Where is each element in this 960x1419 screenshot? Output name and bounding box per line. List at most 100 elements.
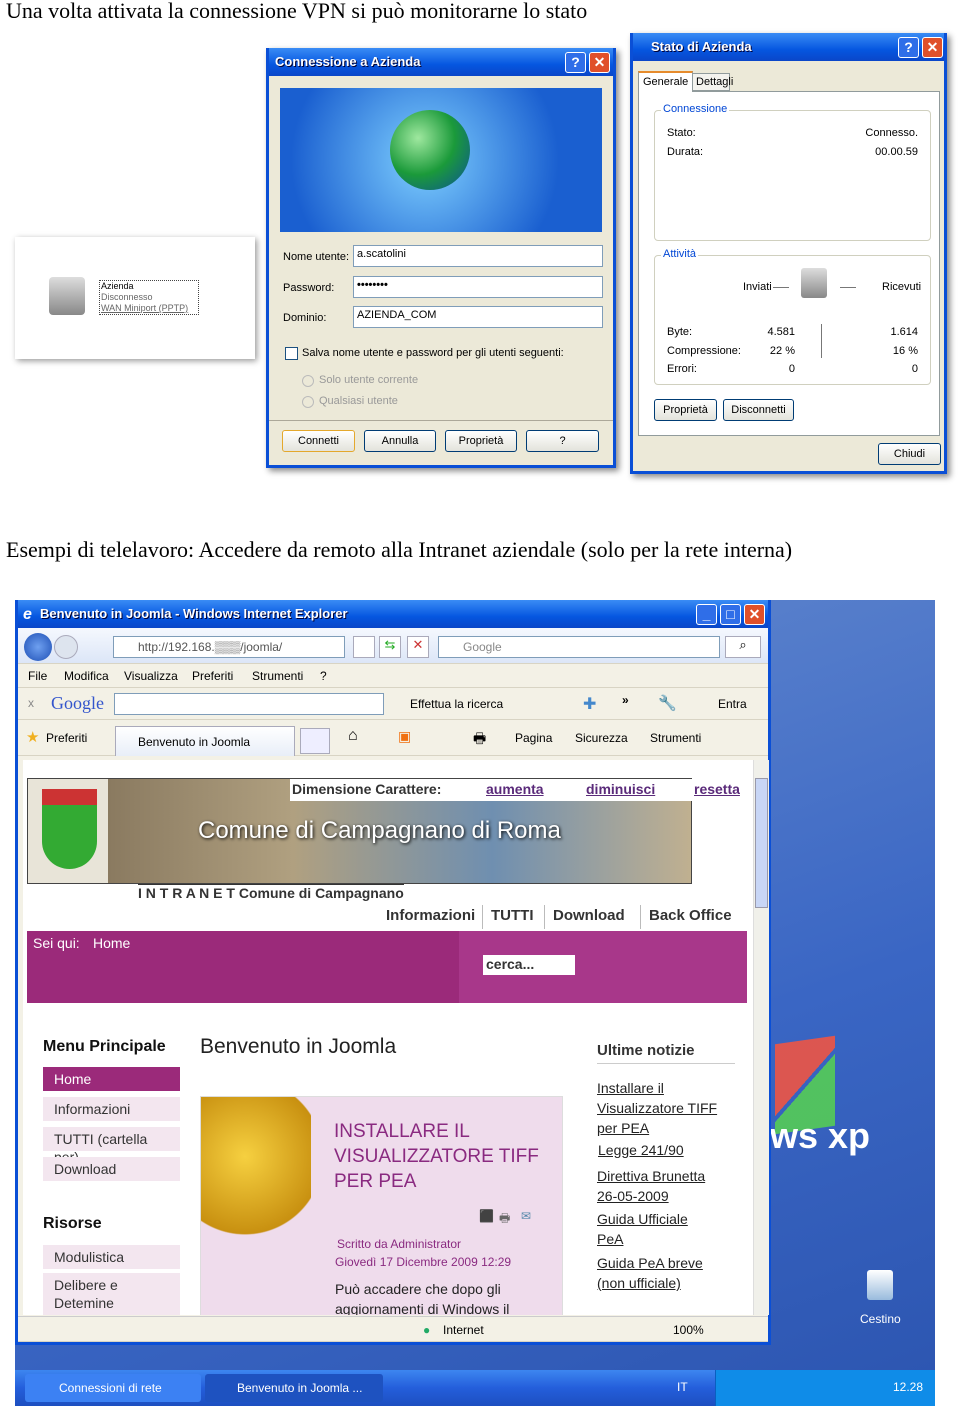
signin-button[interactable]: Entra [718,697,747,711]
google-search-input[interactable] [114,693,384,715]
article-title[interactable]: INSTALLARE IL VISUALIZZATORE TIFF PER PE… [334,1119,544,1194]
search-input[interactable]: Google [438,636,720,658]
refresh-icon[interactable]: ⇆ [379,636,401,658]
help-button[interactable]: ? [565,52,586,73]
font-increase-link[interactable]: aumenta [486,781,544,797]
menu-strumenti[interactable]: Strumenti [252,669,303,683]
pdf-icon[interactable]: ⬛ [479,1209,494,1223]
cancel-button[interactable]: Annulla [364,430,436,452]
taskbar: Connessioni di rete Benvenuto in Joomla … [15,1370,935,1406]
print-icon[interactable]: 🖶 [499,1209,510,1230]
taskbar-item-network[interactable]: Connessioni di rete [25,1374,201,1402]
forward-button[interactable] [54,635,78,659]
close-button[interactable]: ✕ [922,37,943,58]
news-link[interactable]: Legge 241/90 [598,1142,684,1158]
google-search-button[interactable]: Effettua la ricerca [410,697,503,711]
home-icon[interactable]: ⌂ [348,727,358,745]
language-indicator[interactable]: IT [677,1380,688,1394]
help-button[interactable]: ? [898,37,919,58]
news-link[interactable]: Installare il Visualizzatore TIFF per PE… [597,1078,727,1138]
breadcrumb-home[interactable]: Home [93,935,130,951]
menu-bar: File Modifica Visualizza Preferiti Strum… [18,664,768,688]
activity-group: Attività Inviati Ricevuti Byte: 4.581 1.… [654,248,931,385]
window-title: Benvenuto in Joomla - Windows Internet E… [18,600,768,628]
font-reset-link[interactable]: resetta [694,781,740,797]
back-button[interactable] [24,633,52,661]
dialog-title: Connessione a Azienda [269,48,613,76]
new-tab-button[interactable] [300,728,330,754]
properties-button[interactable]: Proprietà [445,430,517,452]
rss-icon[interactable]: ▣ [398,728,411,745]
connect-button[interactable]: Connetti [282,430,355,452]
address-input[interactable]: http://192.168.▒▒▒/joomla/ [113,636,345,658]
tab-joomla[interactable]: Benvenuto in Joomla [115,726,295,756]
news-link[interactable]: Guida Ufficiale PeA [597,1209,707,1249]
search-icon[interactable]: ⌕ [725,636,761,658]
menu-informazioni[interactable]: Informazioni [43,1097,180,1121]
recycle-bin-icon[interactable] [867,1270,893,1300]
tab-generale[interactable]: Generale [638,71,693,92]
tools-menu[interactable]: Strumenti [650,731,701,745]
help-dialog-button[interactable]: ? [526,430,599,452]
username-field[interactable]: a.scatolini [353,245,603,267]
site-search-input[interactable]: cerca... [483,955,575,975]
password-field[interactable]: •••••••• [353,276,603,298]
close-button[interactable]: ✕ [589,52,610,73]
close-dialog-button[interactable]: Chiudi [878,443,941,465]
intranet-title: I N T R A N E T Comune di Campagnano [138,884,404,901]
coat-of-arms [42,789,97,869]
close-toolbar-icon[interactable]: x [28,696,34,710]
menu-modifica[interactable]: Modifica [64,669,109,683]
globe-icon [390,110,470,190]
close-button[interactable]: ✕ [744,604,765,625]
news-link[interactable]: Direttiva Brunetta 26-05-2009 [597,1166,717,1206]
web-page: Comune di Campagnano di Roma Dimensione … [23,760,753,1315]
page-menu[interactable]: Pagina [515,731,552,745]
menu-file[interactable]: File [28,669,47,683]
minimize-button[interactable]: _ [696,604,717,625]
menu-tutti[interactable]: TUTTI (cartella per) [43,1127,180,1165]
menu-modulistica[interactable]: Modulistica [43,1245,180,1269]
radio-current-user[interactable] [302,375,314,387]
menu-visualizza[interactable]: Visualizza [124,669,178,683]
nav-back-office[interactable]: Back Office [640,905,740,929]
connection-group: Connessione Stato: Connesso. Durata: 00.… [654,103,931,241]
zoom-level[interactable]: 100% [673,1323,704,1337]
compatibility-icon[interactable] [353,636,375,658]
status-bar: ● Internet 100% [18,1316,768,1342]
nav-download[interactable]: Download [544,905,633,929]
menu-preferiti[interactable]: Preferiti [192,669,233,683]
save-credentials-checkbox[interactable] [285,347,298,360]
properties-button[interactable]: Proprietà [654,399,717,421]
menu-help[interactable]: ? [320,669,327,683]
nav-informazioni[interactable]: Informazioni [378,905,483,929]
nav-tutti[interactable]: TUTTI [482,905,542,929]
bee-mascot-image [201,1097,311,1267]
menu-home[interactable]: Home [43,1067,180,1091]
font-decrease-link[interactable]: diminuisci [586,781,655,797]
more-chevron-icon[interactable]: » [622,693,629,707]
stop-icon[interactable]: ✕ [407,636,429,658]
email-icon[interactable]: ✉ [521,1209,531,1223]
recycle-bin-label: Cestino [860,1312,901,1326]
favorites-button[interactable]: Preferiti [46,731,87,745]
maximize-button[interactable]: □ [720,604,741,625]
status-value: Connesso. [865,127,918,139]
internet-zone-icon: ● [423,1323,431,1337]
vertical-scrollbar[interactable] [753,760,769,1315]
tab-dettagli[interactable]: Dettagli [692,73,733,91]
wrench-icon[interactable]: 🔧 [658,694,677,712]
menu-delibere[interactable]: Delibere e Detemine [43,1273,180,1315]
safety-menu[interactable]: Sicurezza [575,731,628,745]
caption-middle: Esempi di telelavoro: Accedere da remoto… [6,537,793,562]
plus-icon[interactable]: ✚ [583,694,596,714]
domain-field[interactable]: AZIENDA_COM [353,306,603,328]
disconnect-button[interactable]: Disconnetti [723,399,794,421]
taskbar-item-ie[interactable]: Benvenuto in Joomla ... [205,1374,383,1402]
connection-item[interactable]: Azienda Disconnesso WAN Miniport (PPTP) [99,280,199,315]
menu-download[interactable]: Download [43,1157,180,1181]
print-icon[interactable]: 🖶 [473,728,486,752]
news-link[interactable]: Guida PeA breve (non ufficiale) [597,1253,717,1293]
site-banner: Comune di Campagnano di Roma Dimensione … [27,778,740,884]
radio-any-user[interactable] [302,396,314,408]
